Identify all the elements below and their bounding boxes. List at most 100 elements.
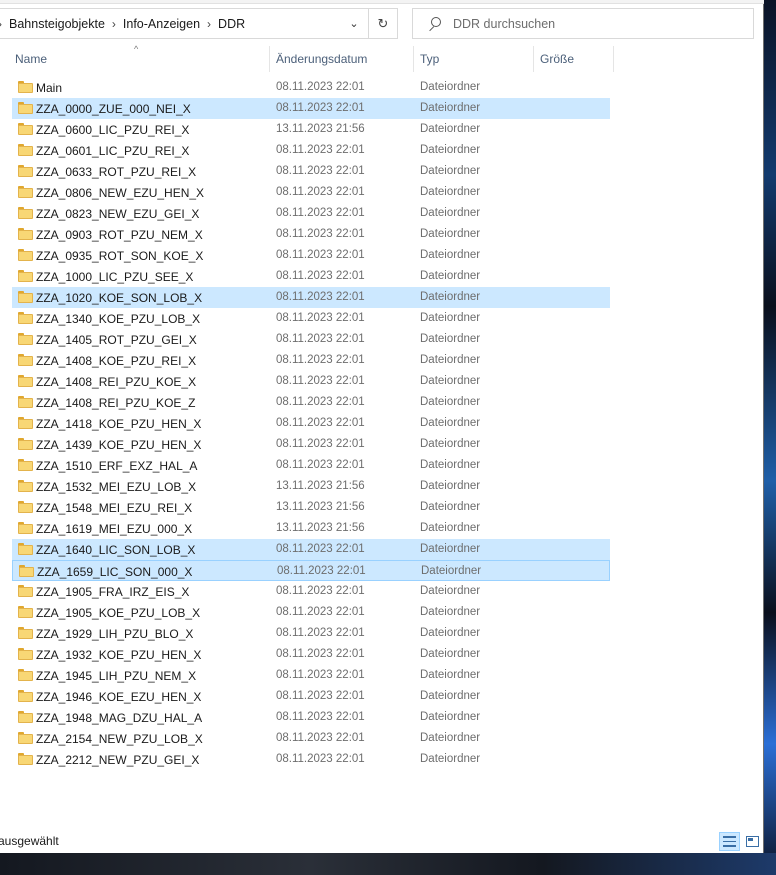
file-row[interactable]: ZZA_1532_MEI_EZU_LOB_X 13.11.2023 21:56 Da… <box>12 476 610 497</box>
file-name: ZZA_1929_LIH_PZU_BLO_X <box>36 627 194 641</box>
address-history-button[interactable]: ⌄ <box>340 9 368 38</box>
file-row[interactable]: ZZA_1439_KOE_PZU_HEN_X 08.11.2023 22:01 Da… <box>12 434 610 455</box>
file-row[interactable]: ZZA_1945_LIH_PZU_NEM_X 08.11.2023 22:01 Da… <box>12 665 610 686</box>
file-row[interactable]: ZZA_1946_KOE_EZU_HEN_X 08.11.2023 22:01 Da… <box>12 686 610 707</box>
file-row[interactable]: ZZA_1408_REI_PZU_KOE_Z 08.11.2023 22:01 Da… <box>12 392 610 413</box>
breadcrumb-item-bahnsteigobjekte[interactable]: Bahnsteigobjekte <box>9 17 105 31</box>
file-row[interactable]: ZZA_0903_ROT_PZU_NEM_X 08.11.2023 22:01 Da… <box>12 224 610 245</box>
folder-icon <box>18 480 33 492</box>
column-divider[interactable] <box>533 46 534 72</box>
folder-icon <box>18 522 33 534</box>
column-divider[interactable] <box>413 46 414 72</box>
refresh-button[interactable]: ↻ <box>368 9 397 38</box>
breadcrumb-item-info-anzeigen[interactable]: Info-Anzeigen <box>123 17 200 31</box>
file-name: ZZA_1932_KOE_PZU_HEN_X <box>36 648 202 662</box>
file-type: Dateiordner <box>420 732 481 744</box>
folder-icon <box>18 417 33 429</box>
file-modified-date: 08.11.2023 22:01 <box>276 375 365 387</box>
file-row[interactable]: ZZA_1000_LIC_PZU_SEE_X 08.11.2023 22:01 Da… <box>12 266 610 287</box>
file-row[interactable]: ZZA_1929_LIH_PZU_BLO_X 08.11.2023 22:01 Da… <box>12 623 610 644</box>
folder-icon <box>18 669 33 681</box>
file-modified-date: 08.11.2023 22:01 <box>276 186 365 198</box>
file-row[interactable]: ZZA_1640_LIC_SON_LOB_X 08.11.2023 22:01 Da… <box>12 539 610 560</box>
file-modified-date: 08.11.2023 22:01 <box>276 249 365 261</box>
file-name: ZZA_0806_NEW_EZU_HEN_X <box>36 186 205 200</box>
file-row[interactable]: ZZA_1932_KOE_PZU_HEN_X 08.11.2023 22:01 Da… <box>12 644 610 665</box>
file-modified-date: 08.11.2023 22:01 <box>276 102 365 114</box>
file-row[interactable]: ZZA_1020_KOE_SON_LOB_X 08.11.2023 22:01 Da… <box>12 287 610 308</box>
file-row[interactable]: ZZA_0823_NEW_EZU_GEI_X 08.11.2023 22:01 Da… <box>12 203 610 224</box>
column-divider[interactable] <box>269 46 270 72</box>
file-row[interactable]: ZZA_1418_KOE_PZU_HEN_X 08.11.2023 22:01 Da… <box>12 413 610 434</box>
file-name: ZZA_1000_LIC_PZU_SEE_X <box>36 270 194 284</box>
file-modified-date: 08.11.2023 22:01 <box>276 81 365 93</box>
file-row[interactable]: ZZA_1510_ERF_EXZ_HAL_A 08.11.2023 22:01 Da… <box>12 455 610 476</box>
column-header-type[interactable]: Typ <box>420 52 439 66</box>
file-row[interactable]: ZZA_0601_LIC_PZU_REI_X 08.11.2023 22:01 Da… <box>12 140 610 161</box>
folder-icon <box>18 81 33 93</box>
details-view-icon <box>723 836 736 847</box>
file-type: Dateiordner <box>420 669 481 681</box>
details-view-button[interactable] <box>719 832 740 851</box>
file-row[interactable]: ZZA_2154_NEW_PZU_LOB_X 08.11.2023 22:01 Da… <box>12 728 610 749</box>
file-row[interactable]: ZZA_1905_FRA_IRZ_EIS_X 08.11.2023 22:01 Da… <box>12 581 610 602</box>
file-row[interactable]: ZZA_1405_ROT_PZU_GEI_X 08.11.2023 22:01 Da… <box>12 329 610 350</box>
address-bar[interactable]: › Bahnsteigobjekte › Info-Anzeigen › DDR… <box>0 8 398 39</box>
file-row[interactable]: Main 08.11.2023 22:01 Dateiordner <box>12 77 610 98</box>
folder-icon <box>18 753 33 765</box>
file-modified-date: 08.11.2023 22:01 <box>276 207 365 219</box>
file-modified-date: 08.11.2023 22:01 <box>276 753 365 765</box>
file-type: Dateiordner <box>420 606 481 618</box>
file-name: ZZA_1340_KOE_PZU_LOB_X <box>36 312 201 326</box>
file-type: Dateiordner <box>420 648 481 660</box>
column-header-size[interactable]: Größe <box>540 52 574 66</box>
file-row[interactable]: ZZA_2212_NEW_PZU_GEI_X 08.11.2023 22:01 Da… <box>12 749 610 770</box>
folder-icon <box>18 207 33 219</box>
file-type: Dateiordner <box>420 480 481 492</box>
file-row[interactable]: ZZA_1408_REI_PZU_KOE_X 08.11.2023 22:01 Da… <box>12 371 610 392</box>
large-icons-view-button[interactable] <box>742 832 763 851</box>
folder-icon <box>18 102 33 114</box>
file-modified-date: 08.11.2023 22:01 <box>276 732 365 744</box>
file-row[interactable]: ZZA_1619_MEI_EZU_000_X 13.11.2023 21:56 Da… <box>12 518 610 539</box>
file-type: Dateiordner <box>420 354 481 366</box>
file-row[interactable]: ZZA_1408_KOE_PZU_REI_X 08.11.2023 22:01 Da… <box>12 350 610 371</box>
file-row[interactable]: ZZA_0935_ROT_SON_KOE_X 08.11.2023 22:01 Da… <box>12 245 610 266</box>
file-name: ZZA_1619_MEI_EZU_000_X <box>36 522 193 536</box>
file-name: ZZA_1945_LIH_PZU_NEM_X <box>36 669 197 683</box>
file-row[interactable]: ZZA_0600_LIC_PZU_REI_X 13.11.2023 21:56 Da… <box>12 119 610 140</box>
file-type: Dateiordner <box>420 627 481 639</box>
search-input[interactable]: DDR durchsuchen <box>412 8 754 39</box>
desktop-background <box>764 0 776 875</box>
file-row[interactable]: ZZA_1548_MEI_EZU_REI_X 13.11.2023 21:56 Da… <box>12 497 610 518</box>
file-name: ZZA_1408_REI_PZU_KOE_X <box>36 375 197 389</box>
file-row[interactable]: ZZA_0806_NEW_EZU_HEN_X 08.11.2023 22:01 Da… <box>12 182 610 203</box>
file-modified-date: 08.11.2023 22:01 <box>276 711 365 723</box>
file-type: Dateiordner <box>420 207 481 219</box>
file-name: ZZA_1905_FRA_IRZ_EIS_X <box>36 585 190 599</box>
file-name: ZZA_1418_KOE_PZU_HEN_X <box>36 417 202 431</box>
breadcrumb-separator[interactable]: › <box>200 17 218 31</box>
column-header-name[interactable]: Name <box>15 52 47 66</box>
folder-icon <box>19 565 34 577</box>
file-modified-date: 08.11.2023 22:01 <box>276 312 365 324</box>
file-row[interactable]: ZZA_1659_LIC_SON_000_X 08.11.2023 22:01 Da… <box>12 560 610 581</box>
file-name: ZZA_1020_KOE_SON_LOB_X <box>36 291 203 305</box>
file-type: Dateiordner <box>420 333 481 345</box>
file-row[interactable]: ZZA_0000_ZUE_000_NEI_X 08.11.2023 22:01 Da… <box>12 98 610 119</box>
file-row[interactable]: ZZA_0633_ROT_PZU_REI_X 08.11.2023 22:01 Da… <box>12 161 610 182</box>
file-modified-date: 13.11.2023 21:56 <box>276 501 365 513</box>
file-row[interactable]: ZZA_1340_KOE_PZU_LOB_X 08.11.2023 22:01 Da… <box>12 308 610 329</box>
file-row[interactable]: ZZA_1948_MAG_DZU_HAL_A 08.11.2023 22:01 Da… <box>12 707 610 728</box>
breadcrumb-separator[interactable]: › <box>105 17 123 31</box>
large-icons-view-icon <box>746 836 759 847</box>
breadcrumb-item-ddr[interactable]: DDR <box>218 17 245 31</box>
chevron-down-icon: ⌄ <box>349 18 359 30</box>
folder-icon <box>18 186 33 198</box>
explorer-window: › Bahnsteigobjekte › Info-Anzeigen › DDR… <box>0 0 764 853</box>
file-row[interactable]: ZZA_1905_KOE_PZU_LOB_X 08.11.2023 22:01 Da… <box>12 602 610 623</box>
column-header-date[interactable]: Änderungsdatum <box>276 52 367 66</box>
column-divider[interactable] <box>613 46 614 72</box>
file-modified-date: 08.11.2023 22:01 <box>276 690 365 702</box>
file-modified-date: 08.11.2023 22:01 <box>276 396 365 408</box>
